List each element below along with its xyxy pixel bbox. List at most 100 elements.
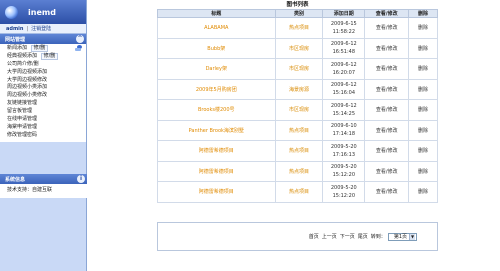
row-time: 11:58:22 <box>332 28 356 35</box>
sidebar-sub-link[interactable]: 修/删 <box>30 45 49 52</box>
table-row: ALABAMA 热点项目 2009-6-15 11:58:22 查看/修改 删除 <box>157 17 438 39</box>
section-header-site-management[interactable]: 网站管理 ^ <box>0 34 86 44</box>
main-content: 图书列表 标题 类别 添加日期 查看/修改 删除 ALABAMA 热点项目 20… <box>157 0 438 203</box>
row-delete-link[interactable]: 删除 <box>418 189 428 195</box>
sidebar-item-guestbook[interactable]: 留言板管理 <box>0 108 86 116</box>
row-edit-link[interactable]: 查看/修改 <box>376 87 398 93</box>
page-select[interactable]: 第1页 ▼ <box>387 232 417 241</box>
sidebar-item-video-add[interactable]: 经典视频添加 修/删 <box>0 52 86 61</box>
table-row: Panther Brook海滨别墅 热点项目 2009-6-10 17:14:18… <box>157 119 438 141</box>
system-support-text: 技术支持：自建互联 <box>0 184 87 198</box>
sidebar: inemd admin | 注销登陆 网站管理 ^ 新闻添加 修/删 经典视频添… <box>0 0 87 271</box>
column-header-date: 添加日期 <box>322 9 366 18</box>
sidebar-sub-link[interactable]: 修/删 <box>40 52 59 60</box>
row-time: 16:51:48 <box>332 49 356 56</box>
row-edit-link[interactable]: 查看/修改 <box>376 107 398 113</box>
row-time: 15:12:20 <box>332 172 356 179</box>
row-title-link[interactable]: Bubb架 <box>207 46 225 52</box>
jump-label: 转到： <box>370 234 386 240</box>
sidebar-item-label: 经典视频添加 <box>7 52 38 59</box>
row-category-link[interactable]: 市区现房 <box>289 46 309 52</box>
row-delete-link[interactable]: 删除 <box>418 169 428 175</box>
row-date: 2009-6-12 <box>330 61 357 68</box>
row-edit-link[interactable]: 查看/修改 <box>376 169 398 175</box>
row-category-link[interactable]: 海景房源 <box>289 87 309 93</box>
section-title: 网站管理 <box>5 36 26 43</box>
row-edit-link[interactable]: 查看/修改 <box>376 46 398 52</box>
row-title-link[interactable]: 阿德雷希德项目 <box>199 189 234 195</box>
row-delete-link[interactable]: 删除 <box>418 107 428 113</box>
row-delete-link[interactable]: 删除 <box>418 148 428 154</box>
row-date: 2009-6-15 <box>330 20 357 27</box>
last-page-link[interactable]: 尾页 <box>358 233 368 240</box>
row-time: 15:14:25 <box>332 110 356 117</box>
sidebar-item-online-apply[interactable]: 在线申请管理 <box>0 116 86 124</box>
row-title-link[interactable]: 阿德雷希德项目 <box>199 148 234 154</box>
system-title: 系统信息 <box>5 176 26 183</box>
row-title-link[interactable]: Darley架 <box>206 66 227 72</box>
prev-page-link[interactable]: 上一页 <box>322 233 337 240</box>
row-delete-link[interactable]: 删除 <box>418 66 428 72</box>
column-header-edit: 查看/修改 <box>364 9 410 18</box>
sidebar-item-campus-video-add[interactable]: 大学周边视频添加 <box>0 69 86 77</box>
row-title-link[interactable]: 阿德雷希德项目 <box>199 169 234 175</box>
first-page-link[interactable]: 首页 <box>309 233 319 240</box>
chevron-down-icon[interactable]: ▼ <box>409 233 415 240</box>
row-category-link[interactable]: 热点项目 <box>289 189 309 195</box>
row-category-link[interactable]: 市区现房 <box>289 66 309 72</box>
user-separator: | <box>26 25 29 32</box>
row-edit-link[interactable]: 查看/修改 <box>376 148 398 154</box>
row-delete-link[interactable]: 删除 <box>418 128 428 134</box>
pin-icon <box>75 45 83 52</box>
page-title: 图书列表 <box>286 2 309 8</box>
pagination: 首页 上一页 下一页 尾页 转到： 第1页 ▼ <box>157 222 438 251</box>
row-edit-link[interactable]: 查看/修改 <box>376 189 398 195</box>
row-delete-link[interactable]: 删除 <box>418 25 428 31</box>
sidebar-item-news-add[interactable]: 新闻添加 修/删 <box>0 45 86 53</box>
sidebar-item-haitang-apply[interactable]: 海棠申请管理 <box>0 124 86 132</box>
row-title-link[interactable]: Panther Brook海滨别墅 <box>189 128 244 134</box>
row-delete-link[interactable]: 删除 <box>418 46 428 52</box>
app-logo: inemd <box>0 0 86 24</box>
row-category-link[interactable]: 市区现房 <box>289 107 309 113</box>
row-date: 2009-5-20 <box>330 164 357 171</box>
section-header-system-info[interactable]: 系统信息 i <box>0 174 87 184</box>
row-date: 2009-6-12 <box>330 102 357 109</box>
table-row: Darley架 市区现房 2009-6-12 16:20:07 查看/修改 删除 <box>157 58 438 80</box>
sidebar-item-password[interactable]: 修改管理密码 <box>0 132 86 140</box>
page-select-value: 第1页 <box>393 234 407 240</box>
logo-icon <box>5 5 18 19</box>
row-category-link[interactable]: 热点项目 <box>289 25 309 31</box>
row-category-link[interactable]: 热点项目 <box>289 169 309 175</box>
row-category-link[interactable]: 热点项目 <box>289 148 309 154</box>
table-row: 阿德雷希德项目 热点项目 2009-5-20 15:12:20 查看/修改 删除 <box>157 181 438 203</box>
column-header-delete: 删除 <box>408 9 438 18</box>
row-date: 2009-6-10 <box>330 123 357 130</box>
table-row: 阿德雷希德项目 热点项目 2009-5-20 17:16:13 查看/修改 删除 <box>157 140 438 162</box>
row-title-link[interactable]: 2009年5月购房团 <box>196 87 237 93</box>
row-time: 15:12:20 <box>332 192 356 199</box>
row-title-link[interactable]: Brooks楼200号 <box>198 107 235 113</box>
system-info: 系统信息 i 技术支持：自建互联 <box>0 174 87 198</box>
table-header-row: 标题 类别 添加日期 查看/修改 删除 <box>157 9 438 18</box>
row-date: 2009-5-20 <box>330 143 357 150</box>
row-time: 17:16:13 <box>332 151 356 158</box>
column-header-category: 类别 <box>274 9 324 18</box>
sidebar-item-links[interactable]: 友链链接管理 <box>0 100 86 108</box>
sidebar-menu: 新闻添加 修/删 经典视频添加 修/删 公司简介修/删 大学周边视频添加 大学周… <box>0 44 86 142</box>
user-bar: admin | 注销登陆 <box>0 24 86 34</box>
row-category-link[interactable]: 热点项目 <box>289 128 309 134</box>
next-page-link[interactable]: 下一页 <box>340 233 355 240</box>
row-time: 16:20:07 <box>332 69 356 76</box>
row-edit-link[interactable]: 查看/修改 <box>376 128 398 134</box>
info-icon[interactable]: i <box>77 175 85 183</box>
sidebar-item-label: 新闻添加 <box>7 45 28 51</box>
row-edit-link[interactable]: 查看/修改 <box>376 25 398 31</box>
sidebar-item-company[interactable]: 公司简介修/删 <box>0 61 86 69</box>
collapse-icon[interactable]: ^ <box>76 35 84 43</box>
table-row: Bubb架 市区现房 2009-6-12 16:51:48 查看/修改 删除 <box>157 37 438 59</box>
row-delete-link[interactable]: 删除 <box>418 87 428 93</box>
logout-link[interactable]: 注销登陆 <box>31 25 51 32</box>
row-title-link[interactable]: ALABAMA <box>204 25 228 31</box>
row-edit-link[interactable]: 查看/修改 <box>376 66 398 72</box>
